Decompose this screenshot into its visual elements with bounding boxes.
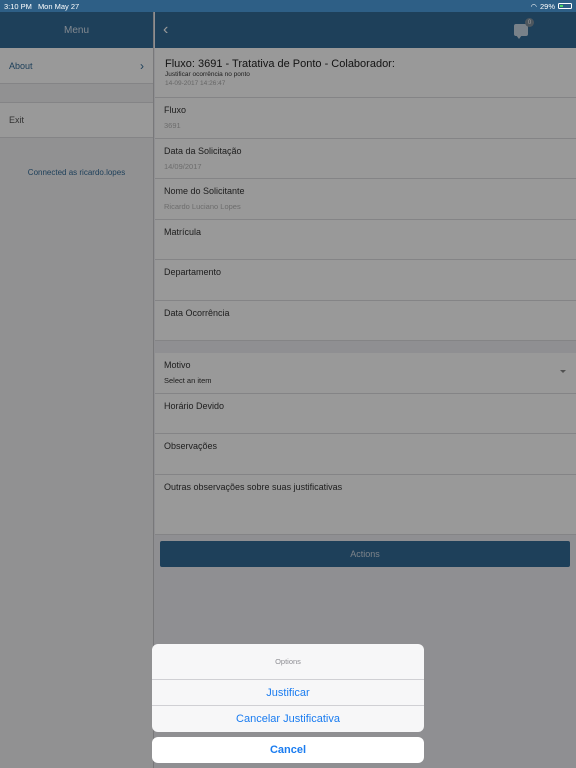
cancel-button[interactable]: Cancel	[152, 737, 424, 763]
justificar-option[interactable]: Justificar	[152, 680, 424, 706]
status-bar: 3:10 PM Mon May 27 ◠ 29%	[0, 0, 576, 12]
status-time: 3:10 PM	[4, 1, 32, 11]
cancelar-justificativa-option[interactable]: Cancelar Justificativa	[152, 706, 424, 732]
action-sheet: Options Justificar Cancelar Justificativ…	[152, 644, 424, 732]
status-date: Mon May 27	[37, 1, 80, 11]
battery-percent: 29%	[539, 1, 555, 11]
action-sheet-title: Options	[152, 644, 424, 680]
wifi-icon: ◠	[530, 1, 537, 11]
battery-icon	[558, 3, 572, 9]
